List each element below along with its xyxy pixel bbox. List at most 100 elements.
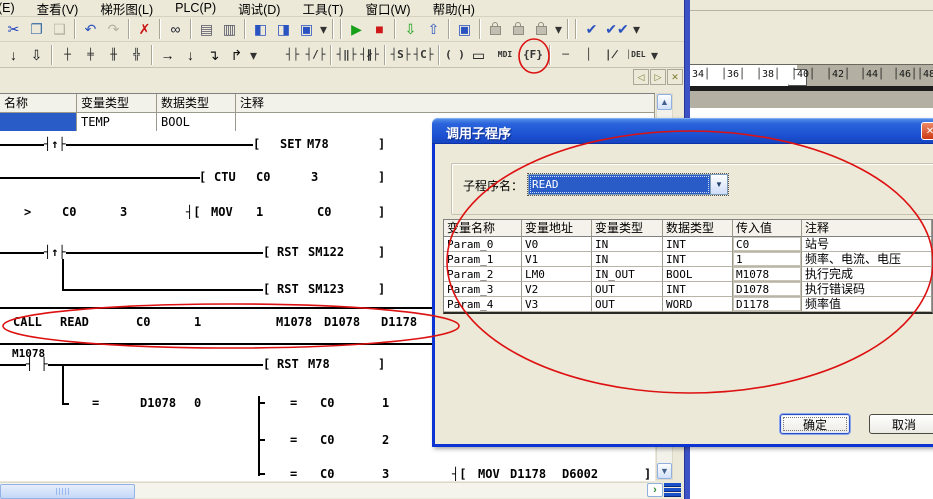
param-table-cell[interactable]: IN [592,252,663,267]
param-table-cell[interactable]: IN [592,237,663,252]
param-table-cell[interactable]: M1078 [733,267,802,282]
coil-button[interactable]: ( ) [443,44,467,66]
split-view-icon[interactable] [664,483,681,497]
param-table-header[interactable]: 传入值 [733,220,802,237]
param-table-header[interactable]: 注释 [802,220,932,237]
param-table-cell[interactable]: Param_4 [444,297,522,312]
compile-more-button[interactable]: ▾ [631,18,642,40]
var-table-header[interactable]: 名称 [0,94,77,112]
ok-button[interactable]: 确定 [780,414,850,434]
param-table-cell[interactable]: INT [663,237,733,252]
param-table-cell[interactable]: 执行完成 [802,267,932,282]
delete-more-button[interactable]: ▾ [649,44,660,66]
junction-3-button[interactable]: ╫ [102,44,125,66]
mdi-button[interactable]: MDI [490,44,520,66]
param-table-cell[interactable]: V0 [522,237,592,252]
hscroll-thumb[interactable] [0,484,135,499]
var-table-header[interactable]: 数据类型 [157,94,236,112]
print-button[interactable]: ▥ [218,18,241,40]
param-table-cell[interactable]: Param_0 [444,237,522,252]
instruction-box-button[interactable]: ▭ [467,44,490,66]
param-table-cell[interactable]: D1078 [733,282,802,297]
param-table-cell[interactable]: INT [663,252,733,267]
param-table-cell[interactable]: Param_1 [444,252,522,267]
delete-line-button[interactable]: ∤ [600,44,623,66]
param-table-cell[interactable]: 频率值 [802,297,932,312]
cut-button[interactable]: ✂ [2,18,25,40]
coil-reset-button[interactable]: ┤C├ [412,44,435,66]
upload-button[interactable]: ⇧ [422,18,445,40]
function-f-button[interactable]: {F} [520,44,546,66]
param-table-cell[interactable]: 频率、电流、电压 [802,252,932,267]
param-table-cell[interactable]: Param_2 [444,267,522,282]
param-table-cell[interactable]: OUT [592,282,663,297]
param-table-cell[interactable]: LM0 [522,267,592,282]
param-table-cell[interactable]: OUT [592,297,663,312]
line-more-button[interactable]: ▾ [248,44,259,66]
vertical-line-button[interactable]: │ [577,44,600,66]
param-table-cell[interactable]: D1178 [733,297,802,312]
undo-button[interactable]: ↶ [79,18,102,40]
param-table-header[interactable]: 数据类型 [663,220,733,237]
menu-view[interactable]: 查看(V) [26,0,90,18]
menu-edit-partial[interactable]: (E) [0,1,26,15]
scroll-right-button[interactable]: › [647,483,663,497]
dialog-titlebar[interactable]: 调用子程序 ✕ [432,118,933,144]
param-table-cell[interactable]: V3 [522,297,592,312]
window-layout-2-button[interactable]: ◨ [272,18,295,40]
paste-button[interactable]: ❑ [48,18,71,40]
line-down-right-button[interactable]: ↴ [202,44,225,66]
param-table-header[interactable]: 变量名称 [444,220,522,237]
menu-tools[interactable]: 工具(T) [291,0,354,18]
var-table-cell[interactable]: BOOL [157,113,236,131]
lock-more-button[interactable]: ▾ [553,18,564,40]
contact-closed-button[interactable]: ┤/├ [304,44,327,66]
var-table-cell[interactable]: TEMP [77,113,157,131]
param-table-cell[interactable]: WORD [663,297,733,312]
stop-button[interactable]: ■ [368,18,391,40]
compile-button[interactable]: ✔ [580,18,603,40]
param-table-cell[interactable]: C0 [733,237,802,252]
monitor-button[interactable]: ▣ [453,18,476,40]
line-up-right-button[interactable]: ↱ [225,44,248,66]
nav-close-button[interactable]: ✕ [667,69,683,85]
junction-4-button[interactable]: ╬ [125,44,148,66]
download-button[interactable]: ⇩ [399,18,422,40]
coil-set-button[interactable]: ┤S├ [389,44,412,66]
var-table-header[interactable]: 注释 [236,94,655,112]
param-table-cell[interactable]: Param_3 [444,282,522,297]
menu-plc[interactable]: PLC(P) [164,1,227,15]
cancel-button[interactable]: 取消 [869,414,933,434]
lock-1-button[interactable] [484,18,507,40]
ladder-hscrollbar[interactable] [0,482,648,498]
lock-2-button[interactable] [507,18,530,40]
param-table-header[interactable]: 变量类型 [592,220,663,237]
cursor-down-open-button[interactable]: ⇩ [25,44,48,66]
param-table-cell[interactable]: 执行错误码 [802,282,932,297]
dialog-close-button[interactable]: ✕ [921,122,933,140]
param-table-cell[interactable]: INT [663,282,733,297]
subroutine-name-combobox[interactable]: READ ▼ [528,174,728,195]
find-button[interactable]: ∞ [164,18,187,40]
delete-vertical-button[interactable]: │DEL [623,44,649,66]
nav-prev-button[interactable]: ◁ [633,69,649,85]
scroll-up-button[interactable]: ▲ [657,94,672,110]
nav-next-button[interactable]: ▷ [650,69,666,85]
menu-debug[interactable]: 调试(D) [227,0,291,18]
menu-help[interactable]: 帮助(H) [422,0,486,18]
param-table-cell[interactable]: V1 [522,252,592,267]
junction-2-button[interactable]: ╪ [79,44,102,66]
line-down-button[interactable]: ↓ [179,44,202,66]
window-layout-3-button[interactable]: ▣ [295,18,318,40]
junction-1-button[interactable]: ┼ [56,44,79,66]
param-table-header[interactable]: 变量地址 [522,220,592,237]
delete-button[interactable]: ✗ [133,18,156,40]
copy-button[interactable]: ❐ [25,18,48,40]
contact-negative-button[interactable]: ┤∦├ [358,44,381,66]
param-table-cell[interactable]: 1 [733,252,802,267]
param-table-cell[interactable]: V2 [522,282,592,297]
redo-button[interactable]: ↷ [102,18,125,40]
run-button[interactable]: ▶ [345,18,368,40]
menu-window[interactable]: 窗口(W) [354,0,421,18]
compile-all-button[interactable]: ✔✔ [603,18,631,40]
